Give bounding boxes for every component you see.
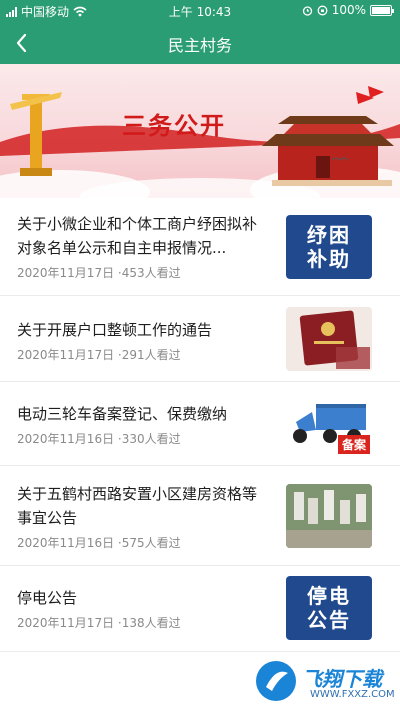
watermark-logo-icon xyxy=(256,661,296,701)
article-thumbnail: 纾困 补助 xyxy=(286,215,372,279)
list-item[interactable]: 关于小微企业和个体工商户纾困拟补对象名单公示和自主申报情况... 2020年11… xyxy=(0,198,400,296)
watermark-url: WWW.FXXZ.COM xyxy=(310,689,395,700)
article-meta: 2020年11月16日 ·575人看过 xyxy=(17,534,269,551)
article-date: 2020年11月17日 xyxy=(17,266,115,280)
household-register-photo xyxy=(286,307,372,371)
article-views: ·453人看过 xyxy=(117,266,181,280)
watermark: 飞翔下载 WWW.FXXZ.COM xyxy=(254,659,395,707)
list-item[interactable]: 电动三轮车备案登记、保费缴纳 2020年11月16日 ·330人看过 备案 xyxy=(0,382,400,466)
status-bar: 中国移动 上午 10:43 100% xyxy=(0,0,400,22)
list-item[interactable]: 停电公告 2020年11月17日 ·138人看过 停电 公告 xyxy=(0,566,400,652)
list-item-text: 关于小微企业和个体工商户纾困拟补对象名单公示和自主申报情况... 2020年11… xyxy=(17,212,269,281)
watermark-text: 飞翔下载 xyxy=(302,667,382,691)
article-views: ·291人看过 xyxy=(117,348,181,362)
thumb-badge: 备案 xyxy=(337,435,370,454)
article-title: 停电公告 xyxy=(17,589,78,607)
status-right: 100% xyxy=(302,3,394,17)
article-meta: 2020年11月17日 ·453人看过 xyxy=(17,264,269,281)
orientation-lock-icon xyxy=(317,5,328,15)
list-item-text: 电动三轮车备案登记、保费缴纳 2020年11月16日 ·330人看过 xyxy=(17,402,269,447)
article-meta: 2020年11月16日 ·330人看过 xyxy=(17,430,269,447)
list-item-text: 关于开展户口整顿工作的通告 2020年11月17日 ·291人看过 xyxy=(17,318,269,363)
thumb-line-2: 补助 xyxy=(307,247,351,271)
list-item[interactable]: 关于开展户口整顿工作的通告 2020年11月17日 ·291人看过 xyxy=(0,296,400,382)
article-meta: 2020年11月17日 ·291人看过 xyxy=(17,346,269,363)
battery-percent: 100% xyxy=(331,3,366,17)
battery-icon xyxy=(370,4,394,16)
thumb-line-2: 公告 xyxy=(307,608,351,632)
nav-bar: 民主村务 xyxy=(0,22,400,64)
article-thumbnail: 停电 公告 xyxy=(286,576,372,640)
article-views: ·575人看过 xyxy=(117,536,181,550)
thumb-line-1: 纾困 xyxy=(307,223,351,247)
thumb-line-1: 停电 xyxy=(307,584,351,608)
article-date: 2020年11月16日 xyxy=(17,536,115,550)
article-title: 关于开展户口整顿工作的通告 xyxy=(17,321,213,339)
tricycle-photo: 备案 xyxy=(286,392,372,456)
article-date: 2020年11月16日 xyxy=(17,432,115,446)
article-title: 关于小微企业和个体工商户纾困拟补对象名单公示和自主申报情况... xyxy=(17,215,258,257)
article-meta: 2020年11月17日 ·138人看过 xyxy=(17,614,269,631)
residential-aerial-photo xyxy=(286,484,372,548)
article-date: 2020年11月17日 xyxy=(17,616,115,630)
article-views: ·138人看过 xyxy=(117,616,181,630)
banner-title: 三务公开 xyxy=(122,111,226,140)
alarm-icon xyxy=(302,5,312,16)
page-title: 民主村务 xyxy=(167,36,232,55)
article-title: 电动三轮车备案登记、保费缴纳 xyxy=(17,405,228,423)
banner: 三务公开 xyxy=(0,64,400,198)
list-item-text: 停电公告 2020年11月17日 ·138人看过 xyxy=(17,586,269,631)
article-title: 关于五鹤村西路安置小区建房资格等事宜公告 xyxy=(17,485,258,527)
list-item-text: 关于五鹤村西路安置小区建房资格等事宜公告 2020年11月16日 ·575人看过 xyxy=(17,482,269,551)
list-item[interactable]: 关于五鹤村西路安置小区建房资格等事宜公告 2020年11月16日 ·575人看过 xyxy=(0,466,400,566)
article-views: ·330人看过 xyxy=(117,432,181,446)
article-date: 2020年11月17日 xyxy=(17,348,115,362)
